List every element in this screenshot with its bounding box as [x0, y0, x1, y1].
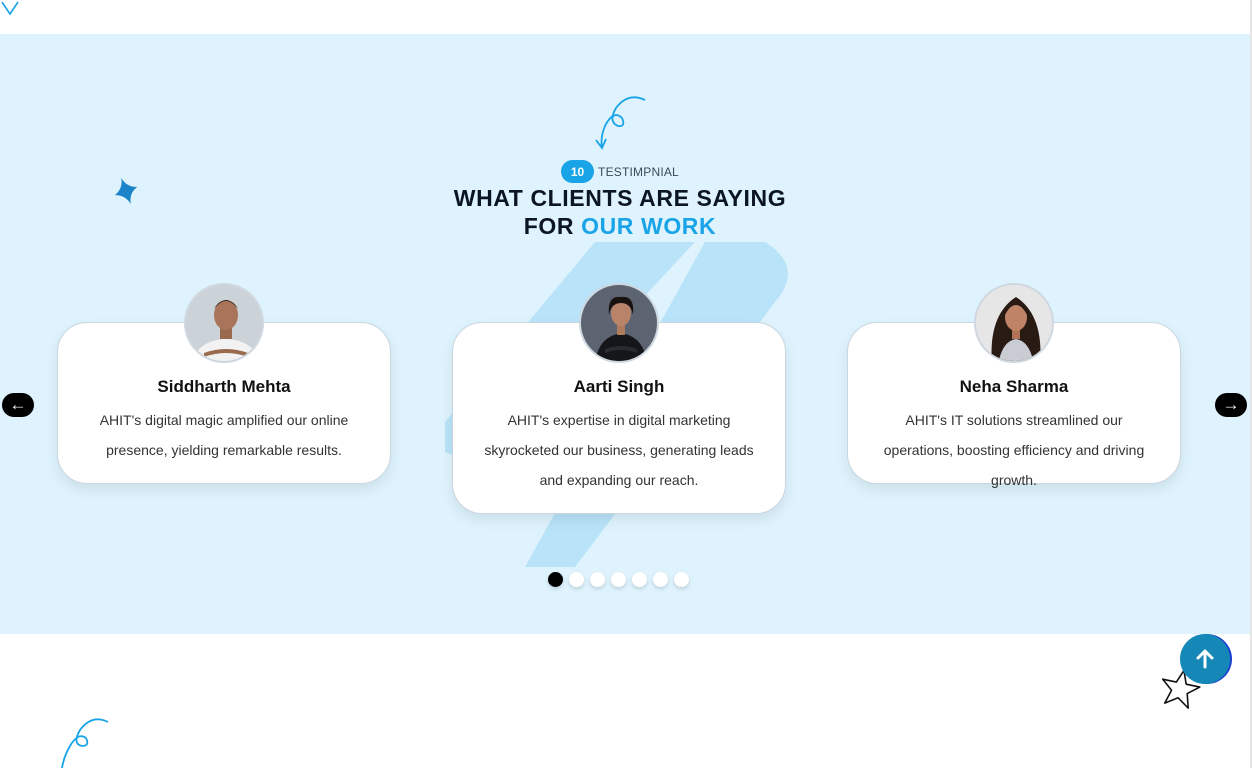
- pagination-dot[interactable]: [653, 572, 668, 587]
- curly-arrow-icon: [595, 96, 646, 150]
- corner-arrow-icon: [1, 1, 19, 16]
- avatar: [184, 283, 264, 363]
- avatar: [974, 283, 1054, 363]
- arrow-up-icon: [1196, 649, 1214, 669]
- testimonial-name: Aarti Singh: [573, 377, 665, 396]
- prev-button[interactable]: ←: [2, 393, 34, 417]
- pagination-dot[interactable]: [611, 572, 626, 587]
- next-button[interactable]: →: [1215, 393, 1247, 417]
- heading-accent: OUR WORK: [581, 213, 717, 239]
- testimonials-section: 10 TESTIMPNIAL WHAT CLIENTS ARE SAYING F…: [0, 34, 1250, 634]
- page: 10 TESTIMPNIAL WHAT CLIENTS ARE SAYING F…: [0, 0, 1252, 768]
- pagination-dot[interactable]: [548, 572, 563, 587]
- testimonial-name: Neha Sharma: [959, 377, 1069, 396]
- testimonial-text: AHIT's digital magic amplified our onlin…: [99, 412, 349, 458]
- arrow-left-icon: ←: [9, 395, 27, 414]
- avatar: [579, 283, 659, 363]
- section-badge: 10 TESTIMPNIAL: [0, 160, 1240, 183]
- pagination-dot[interactable]: [674, 572, 689, 587]
- pagination-dot[interactable]: [632, 572, 647, 587]
- badge-label: TESTIMPNIAL: [598, 164, 679, 179]
- scroll-to-top-button[interactable]: [1180, 634, 1230, 684]
- heading-line-1: WHAT CLIENTS ARE SAYING: [453, 185, 787, 211]
- section-heading: WHAT CLIENTS ARE SAYING FOR OUR WORK: [0, 184, 1240, 240]
- arrow-right-icon: →: [1222, 395, 1240, 414]
- testimonial-text: AHIT's expertise in digital marketing sk…: [484, 412, 754, 488]
- heading-prefix: FOR: [523, 213, 582, 239]
- testimonial-name: Siddharth Mehta: [157, 377, 291, 396]
- curly-arrow-icon: [61, 718, 109, 768]
- top-white-band: [0, 0, 1250, 34]
- pagination-dot[interactable]: [569, 572, 584, 587]
- heading-line-2: FOR OUR WORK: [0, 212, 1240, 240]
- pagination-dot[interactable]: [590, 572, 605, 587]
- badge-number: 10: [561, 160, 595, 183]
- carousel-pagination: [548, 572, 689, 587]
- testimonial-text: AHIT's IT solutions streamlined our oper…: [883, 412, 1145, 488]
